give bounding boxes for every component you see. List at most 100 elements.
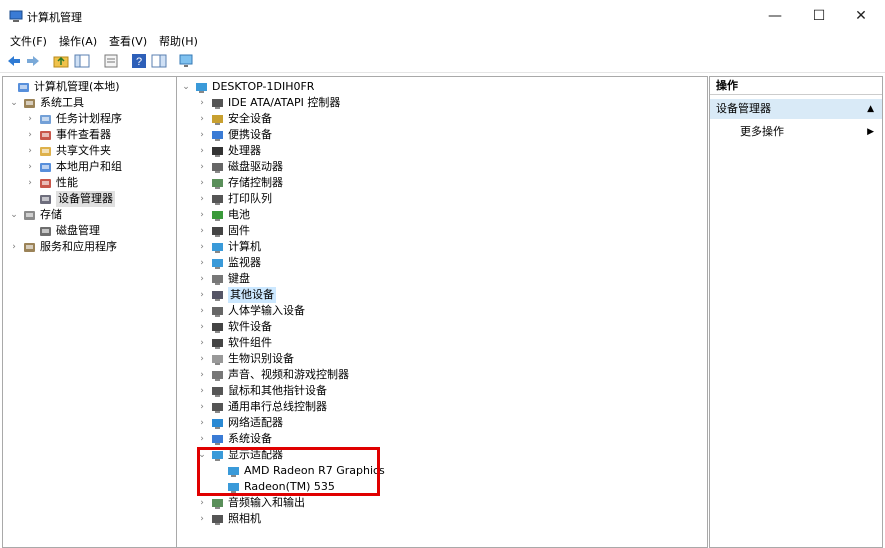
shared-folder-icon: [39, 145, 52, 158]
device-category-icon: [211, 497, 224, 510]
minimize-button[interactable]: —: [753, 0, 797, 32]
left-tree-item-label: 本地用户和组: [56, 160, 122, 173]
expand-chevron-icon[interactable]: ›: [25, 175, 35, 191]
device-category-label: 鼠标和其他指针设备: [228, 384, 327, 397]
svg-text:?: ?: [136, 56, 142, 68]
more-actions-label: 更多操作: [740, 125, 784, 138]
expand-chevron-icon[interactable]: ›: [197, 351, 207, 367]
expand-chevron-icon[interactable]: ›: [197, 127, 207, 143]
device-category-icon: [211, 257, 224, 270]
expand-chevron-icon[interactable]: ›: [197, 175, 207, 191]
forward-arrow-icon[interactable]: [25, 53, 41, 69]
clock-icon: [39, 113, 52, 126]
properties-icon[interactable]: [103, 53, 119, 69]
device-category-label: IDE ATA/ATAPI 控制器: [228, 96, 341, 109]
expand-chevron-icon[interactable]: ›: [197, 223, 207, 239]
menu-bar: 文件(F) 操作(A) 查看(V) 帮助(H): [0, 32, 885, 49]
expand-chevron-icon[interactable]: ›: [25, 143, 35, 159]
collapse-up-icon[interactable]: ▲: [867, 99, 874, 119]
left-tree-item-label: 设备管理器: [56, 191, 115, 207]
device-category-label: 磁盘驱动器: [228, 160, 283, 173]
device-category-icon: [211, 129, 224, 142]
computer-management-icon: [9, 10, 23, 22]
expand-chevron-icon[interactable]: ›: [197, 143, 207, 159]
folder-up-icon[interactable]: [53, 53, 69, 69]
device-category-icon: [211, 289, 224, 302]
expand-chevron-icon[interactable]: ›: [197, 335, 207, 351]
expand-chevron-icon[interactable]: ›: [197, 287, 207, 303]
expand-chevron-icon[interactable]: ›: [197, 207, 207, 223]
expand-chevron-icon[interactable]: ›: [197, 367, 207, 383]
device-category-label: 固件: [228, 224, 250, 237]
device-category-label: 键盘: [228, 272, 250, 285]
computer-management-icon: [17, 81, 30, 94]
device-category-icon: [211, 433, 224, 446]
menu-file[interactable]: 文件(F): [10, 33, 47, 49]
expand-chevron-icon[interactable]: ›: [197, 95, 207, 111]
left-tree-item-label: 磁盘管理: [56, 224, 100, 237]
left-tree-item-label: 存储: [40, 208, 62, 221]
actions-group-device-manager[interactable]: 设备管理器 ▲: [710, 99, 882, 119]
device-category-label: 便携设备: [228, 128, 272, 141]
expand-chevron-icon[interactable]: ›: [197, 319, 207, 335]
submenu-arrow-icon[interactable]: ▶: [867, 123, 874, 141]
expand-chevron-icon[interactable]: ›: [197, 383, 207, 399]
device-category-icon: [211, 337, 224, 350]
window-title: 计算机管理: [27, 11, 82, 24]
back-arrow-icon[interactable]: [6, 53, 22, 69]
close-button[interactable]: ✕: [839, 0, 883, 32]
left-tree-item-label: 性能: [56, 176, 78, 189]
left-tree-item-label: 事件查看器: [56, 128, 111, 141]
highlight-box: [197, 447, 380, 496]
more-actions-item[interactable]: 更多操作: [740, 123, 784, 141]
expand-chevron-icon[interactable]: ›: [197, 495, 207, 511]
device-category-icon: [211, 193, 224, 206]
help-icon[interactable]: ?: [131, 53, 147, 69]
show-hide-tree-icon[interactable]: [74, 53, 90, 69]
menu-action[interactable]: 操作(A): [59, 33, 97, 49]
device-category-label: 电池: [228, 208, 250, 221]
device-category-icon: [211, 177, 224, 190]
menu-help[interactable]: 帮助(H): [159, 33, 198, 49]
collapse-chevron-icon[interactable]: ⌄: [9, 95, 19, 111]
collapse-chevron-icon[interactable]: ⌄: [9, 207, 19, 223]
maximize-button[interactable]: ☐: [797, 0, 841, 32]
device-tree-root-label: DESKTOP-1DIH0FR: [212, 80, 315, 93]
expand-chevron-icon[interactable]: ›: [197, 239, 207, 255]
expand-chevron-icon[interactable]: ›: [197, 399, 207, 415]
expand-chevron-icon[interactable]: ›: [197, 271, 207, 287]
expand-chevron-icon[interactable]: ›: [25, 111, 35, 127]
users-icon: [39, 161, 52, 174]
expand-chevron-icon[interactable]: ›: [197, 255, 207, 271]
device-category-icon: [211, 369, 224, 382]
device-category-icon: [211, 97, 224, 110]
monitor-icon[interactable]: [178, 53, 194, 69]
device-category-label: 系统设备: [228, 432, 272, 445]
expand-chevron-icon[interactable]: ›: [197, 191, 207, 207]
device-category-label: 其他设备: [228, 287, 276, 303]
device-category-icon: [211, 401, 224, 414]
computer-icon: [195, 81, 208, 94]
expand-chevron-icon[interactable]: ›: [197, 303, 207, 319]
expand-chevron-icon[interactable]: ›: [197, 111, 207, 127]
expand-chevron-icon[interactable]: ›: [197, 159, 207, 175]
device-category-label: 监视器: [228, 256, 261, 269]
device-category-label: 音频输入和输出: [228, 496, 305, 509]
actions-header: 操作: [710, 77, 882, 95]
expand-chevron-icon[interactable]: ›: [197, 415, 207, 431]
expand-chevron-icon[interactable]: ›: [197, 431, 207, 447]
menu-view[interactable]: 查看(V): [109, 33, 147, 49]
device-category-label: 计算机: [228, 240, 261, 253]
device-category-label: 照相机: [228, 512, 261, 525]
expand-chevron-icon[interactable]: ›: [9, 239, 19, 255]
collapse-chevron-icon[interactable]: ⌄: [181, 79, 191, 95]
services-icon: [23, 241, 36, 254]
device-category-icon: [211, 273, 224, 286]
expand-chevron-icon[interactable]: ›: [25, 127, 35, 143]
expand-chevron-icon[interactable]: ›: [25, 159, 35, 175]
left-tree-item-label: 服务和应用程序: [40, 240, 117, 253]
disk-management-icon: [39, 225, 52, 238]
view-icon[interactable]: [151, 53, 167, 69]
event-viewer-icon: [39, 129, 52, 142]
expand-chevron-icon[interactable]: ›: [197, 511, 207, 527]
